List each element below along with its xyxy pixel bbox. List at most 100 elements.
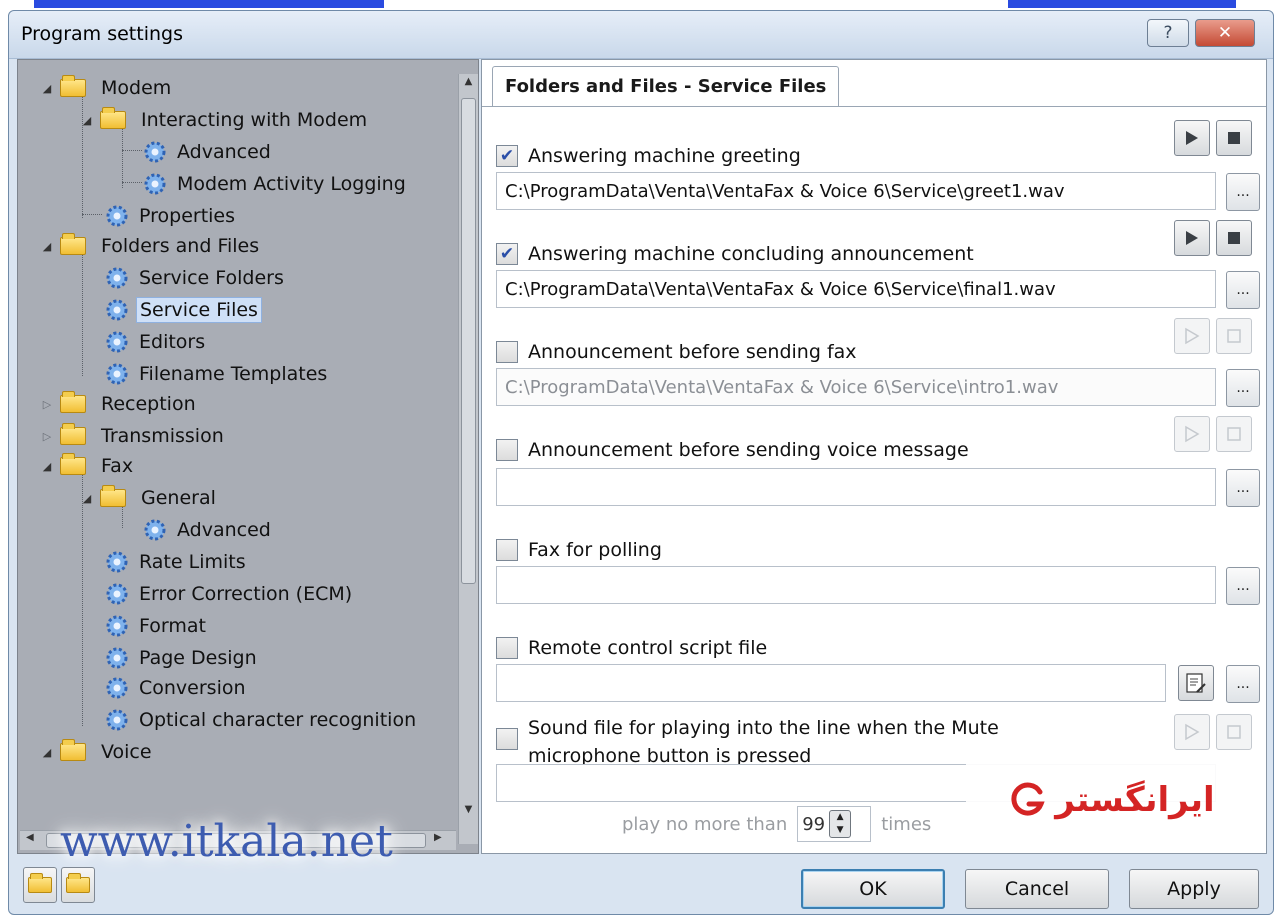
stop-button[interactable] bbox=[1216, 714, 1252, 750]
tree-item-page-design[interactable]: Page Design bbox=[104, 644, 260, 672]
tree-item-label: Filename Templates bbox=[139, 363, 328, 385]
concluding-path-field[interactable]: C:\ProgramData\Venta\VentaFax & Voice 6\… bbox=[496, 270, 1216, 308]
program-settings-dialog: Program settings ? ✕ ◢ Modem ◢ Interacti… bbox=[8, 10, 1274, 915]
tree-item-filename-templates[interactable]: Filename Templates bbox=[104, 360, 330, 388]
expand-arrow-icon[interactable]: ◢ bbox=[40, 746, 54, 759]
expand-arrow-icon[interactable]: ◢ bbox=[40, 240, 54, 253]
play-button[interactable] bbox=[1174, 120, 1210, 156]
remote-script-path-field[interactable] bbox=[496, 664, 1166, 702]
tree-item-fax-advanced[interactable]: Advanced bbox=[142, 516, 274, 544]
tab-service-files[interactable]: Folders and Files - Service Files bbox=[492, 66, 840, 106]
voice-announcement-path-field[interactable] bbox=[496, 468, 1216, 506]
tree-item-service-folders[interactable]: Service Folders bbox=[104, 264, 287, 292]
folder-icon bbox=[60, 739, 86, 761]
brand-watermark: ایرانگستر bbox=[966, 760, 1256, 840]
help-button[interactable]: ? bbox=[1147, 19, 1189, 47]
settings-tree[interactable]: ◢ Modem ◢ Interacting with Modem Advance… bbox=[17, 59, 479, 867]
tree-item-error-correction[interactable]: Error Correction (ECM) bbox=[104, 580, 355, 608]
browse-button[interactable]: ... bbox=[1226, 567, 1260, 605]
open-folder-button-2[interactable] bbox=[61, 867, 95, 903]
fax-announcement-checkbox[interactable] bbox=[496, 341, 518, 363]
scroll-down-arrow-icon[interactable]: ▼ bbox=[459, 804, 478, 824]
tree-item-voice[interactable]: ◢ Voice bbox=[40, 738, 155, 766]
scroll-thumb[interactable] bbox=[461, 98, 476, 584]
watermark-url: www.itkala.net bbox=[60, 816, 393, 867]
expand-arrow-icon[interactable]: ◢ bbox=[40, 82, 54, 95]
fax-polling-path-field[interactable] bbox=[496, 566, 1216, 604]
open-folder-button[interactable] bbox=[23, 867, 57, 903]
cancel-button[interactable]: Cancel bbox=[965, 869, 1109, 909]
expand-arrow-icon[interactable]: ◢ bbox=[40, 460, 54, 473]
play-button[interactable] bbox=[1174, 714, 1210, 750]
mute-sound-checkbox[interactable] bbox=[496, 728, 518, 750]
concluding-checkbox[interactable]: ✔ bbox=[496, 243, 518, 265]
tree-item-transmission[interactable]: ▷ Transmission bbox=[40, 422, 227, 450]
browse-button[interactable]: ... bbox=[1226, 469, 1260, 507]
gear-icon bbox=[104, 707, 130, 733]
voice-announcement-checkbox[interactable] bbox=[496, 439, 518, 461]
gear-icon bbox=[104, 329, 130, 355]
tree-item-label: Reception bbox=[101, 393, 196, 415]
edit-script-button[interactable] bbox=[1178, 665, 1214, 701]
play-button[interactable] bbox=[1174, 220, 1210, 256]
tree-item-modem-advanced[interactable]: Advanced bbox=[142, 138, 274, 166]
browse-button[interactable]: ... bbox=[1226, 173, 1260, 211]
top-link-left[interactable] bbox=[34, 0, 384, 8]
top-link-right[interactable] bbox=[1008, 0, 1236, 8]
play-button[interactable] bbox=[1174, 318, 1210, 354]
tree-item-ocr[interactable]: Optical character recognition bbox=[104, 706, 454, 734]
greeting-checkbox-row[interactable]: ✔ Answering machine greeting bbox=[496, 142, 801, 170]
tree-item-properties[interactable]: Properties bbox=[104, 202, 238, 230]
voice-announcement-checkbox-row[interactable]: Announcement before sending voice messag… bbox=[496, 436, 969, 464]
tree-item-general[interactable]: ◢ General bbox=[80, 484, 219, 512]
stop-button[interactable] bbox=[1216, 416, 1252, 452]
greeting-checkbox[interactable]: ✔ bbox=[496, 145, 518, 167]
tree-item-modem-activity-logging[interactable]: Modem Activity Logging bbox=[142, 170, 409, 198]
stop-button[interactable] bbox=[1216, 318, 1252, 354]
collapse-arrow-icon[interactable]: ▷ bbox=[40, 398, 54, 411]
play-button[interactable] bbox=[1174, 416, 1210, 452]
tree-item-rate-limits[interactable]: Rate Limits bbox=[104, 548, 249, 576]
concluding-checkbox-row[interactable]: ✔ Answering machine concluding announcem… bbox=[496, 240, 974, 268]
scroll-up-arrow-icon[interactable]: ▲ bbox=[459, 76, 478, 96]
tree-item-fax[interactable]: ◢ Fax bbox=[40, 452, 136, 480]
remote-script-checkbox-row[interactable]: Remote control script file bbox=[496, 634, 767, 662]
fax-polling-checkbox[interactable] bbox=[496, 539, 518, 561]
tree-item-interacting-with-modem[interactable]: ◢ Interacting with Modem bbox=[80, 106, 370, 134]
scroll-left-arrow-icon[interactable]: ◀ bbox=[26, 832, 34, 843]
tree-item-format[interactable]: Format bbox=[104, 612, 209, 640]
ok-button[interactable]: OK bbox=[801, 869, 945, 909]
tree-vertical-scrollbar[interactable]: ▲ ▼ bbox=[458, 74, 478, 844]
tree-item-reception[interactable]: ▷ Reception bbox=[40, 390, 199, 418]
tree-item-label: Voice bbox=[101, 741, 152, 763]
tree-item-label: Fax bbox=[101, 455, 134, 477]
expand-arrow-icon[interactable]: ◢ bbox=[80, 492, 94, 505]
tree-item-label: Page Design bbox=[139, 647, 257, 669]
browse-button[interactable]: ... bbox=[1226, 369, 1260, 407]
play-limit-input[interactable]: 99 ▲ ▼ bbox=[797, 806, 872, 842]
fax-polling-checkbox-row[interactable]: Fax for polling bbox=[496, 536, 662, 564]
close-button[interactable]: ✕ bbox=[1195, 19, 1255, 47]
scroll-right-arrow-icon[interactable]: ▶ bbox=[434, 832, 442, 843]
browse-button[interactable]: ... bbox=[1226, 271, 1260, 309]
stop-button[interactable] bbox=[1216, 120, 1252, 156]
stop-button[interactable] bbox=[1216, 220, 1252, 256]
apply-button[interactable]: Apply bbox=[1129, 869, 1259, 909]
tree-item-modem[interactable]: ◢ Modem bbox=[40, 74, 174, 102]
tree-item-label: Conversion bbox=[139, 677, 246, 699]
expand-arrow-icon[interactable]: ◢ bbox=[80, 114, 94, 127]
tree-item-folders-and-files[interactable]: ◢ Folders and Files bbox=[40, 232, 262, 260]
fax-announcement-checkbox-row[interactable]: Announcement before sending fax bbox=[496, 338, 857, 366]
tree-item-label: Optical character recognition bbox=[139, 709, 417, 731]
folder-icon bbox=[60, 423, 86, 445]
spin-arrows-icon[interactable]: ▲ ▼ bbox=[829, 810, 852, 838]
fax-announcement-path-field[interactable]: C:\ProgramData\Venta\VentaFax & Voice 6\… bbox=[496, 368, 1216, 406]
tree-item-conversion[interactable]: Conversion bbox=[104, 674, 249, 702]
collapse-arrow-icon[interactable]: ▷ bbox=[40, 430, 54, 443]
tree-item-service-files[interactable]: Service Files bbox=[104, 296, 262, 324]
mute-sound-checkbox-row[interactable]: Sound file for playing into the line whe… bbox=[496, 714, 999, 770]
tree-item-editors[interactable]: Editors bbox=[104, 328, 208, 356]
remote-script-checkbox[interactable] bbox=[496, 637, 518, 659]
browse-button[interactable]: ... bbox=[1226, 665, 1260, 703]
greeting-path-field[interactable]: C:\ProgramData\Venta\VentaFax & Voice 6\… bbox=[496, 172, 1216, 210]
